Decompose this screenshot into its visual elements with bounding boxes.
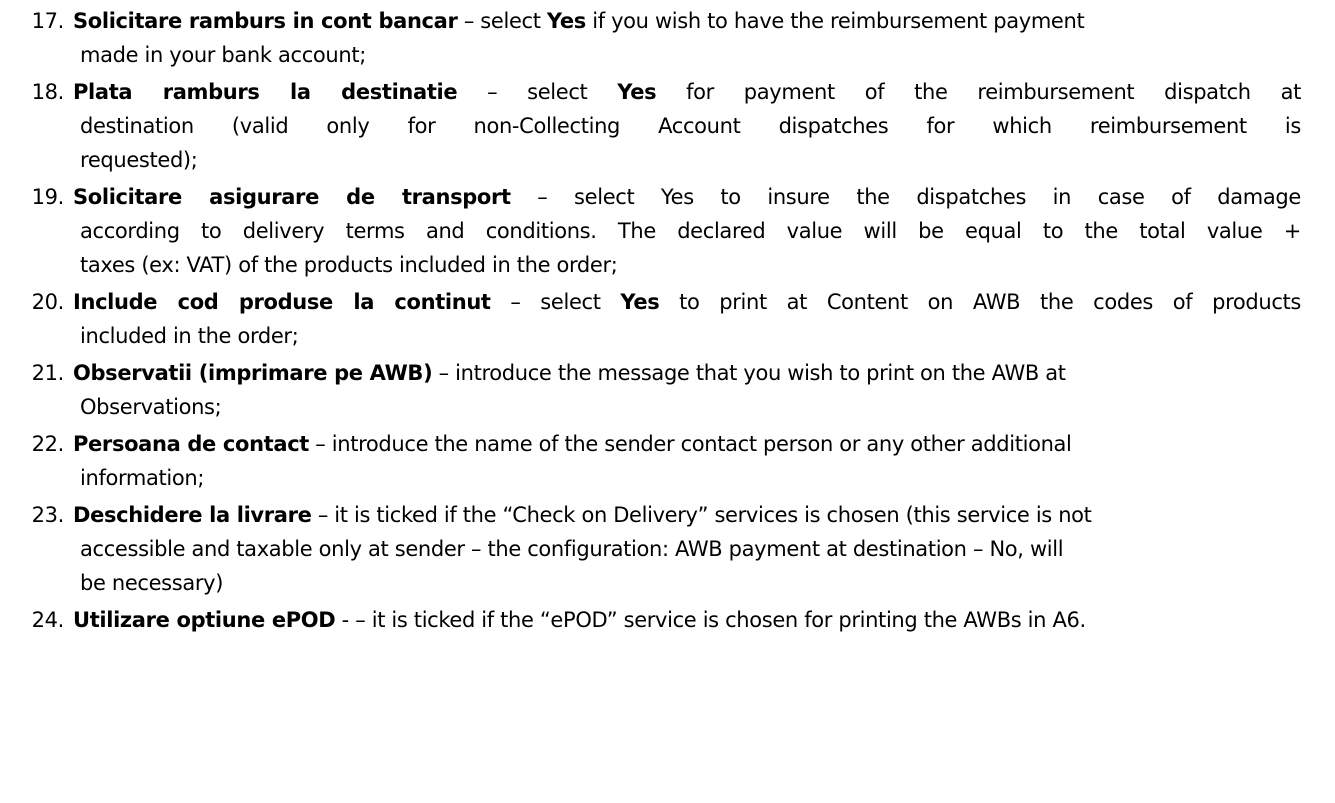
list-item-line: be necessary) (80, 571, 224, 595)
item-title: Deschidere la livrare (73, 503, 312, 527)
item-text: – it is ticked if the “Check on Delivery… (311, 503, 1092, 527)
list-item-line: made in your bank account; (80, 43, 366, 67)
list-item-line: Solicitare ramburs in cont bancar – sele… (73, 4, 1085, 38)
item-emphasis: Yes (546, 9, 586, 33)
item-emphasis: Yes (617, 80, 657, 104)
list-item-line: Include cod produse la continut – select… (73, 285, 1301, 319)
list-item-line: destination (valid only for non-Collecti… (80, 114, 1301, 138)
item-title: Plata ramburs la destinatie (73, 80, 458, 104)
list-item-line: Observatii (imprimare pe AWB) – introduc… (73, 356, 1066, 390)
item-title: Solicitare ramburs in cont bancar (73, 9, 458, 33)
list-item-line: Deschidere la livrare – it is ticked if … (73, 498, 1092, 532)
item-title: Observatii (imprimare pe AWB) (73, 361, 433, 385)
item-text: for payment of the reimbursement dispatc… (656, 80, 1301, 104)
list-item-line: according to delivery terms and conditio… (80, 219, 1301, 243)
list-number: 18. (31, 80, 65, 104)
item-text: to print at Content on AWB the codes of … (659, 290, 1301, 314)
list-number: 21. (31, 361, 65, 385)
list-number: 19. (31, 185, 65, 209)
list-item-line: Utilizare optiune ePOD - – it is ticked … (73, 603, 1086, 637)
item-text: – introduce the message that you wish to… (432, 361, 1066, 385)
list-number: 24. (31, 608, 65, 632)
list-item-line: taxes (ex: VAT) of the products included… (80, 253, 618, 277)
item-title: Persoana de contact (73, 432, 309, 456)
list-number: 20. (31, 290, 65, 314)
item-title: Utilizare optiune ePOD (73, 608, 336, 632)
list-item-line: information; (80, 466, 205, 490)
item-text: - – it is ticked if the “ePOD” service i… (335, 608, 1086, 632)
item-title: Include cod produse la continut (73, 290, 491, 314)
item-text: – select (490, 290, 621, 314)
list-number: 22. (31, 432, 65, 456)
item-text: – introduce the name of the sender conta… (308, 432, 1072, 456)
list-item-line: accessible and taxable only at sender – … (80, 537, 1064, 561)
list-item-line: requested); (80, 148, 198, 172)
item-emphasis: Yes (620, 290, 660, 314)
document-page: 17. Solicitare ramburs in cont bancar – … (0, 0, 1335, 803)
list-number: 23. (31, 503, 65, 527)
list-item-line: included in the order; (80, 324, 299, 348)
list-item-line: Persoana de contact – introduce the name… (73, 427, 1072, 461)
item-text: if you wish to have the reimbursement pa… (585, 9, 1085, 33)
item-text: – select (457, 80, 618, 104)
item-text: – select Yes to insure the dispatches in… (510, 185, 1301, 209)
item-title: Solicitare asigurare de transport (73, 185, 511, 209)
list-item-line: Solicitare asigurare de transport – sele… (73, 180, 1301, 214)
list-item-line: Observations; (80, 395, 222, 419)
item-text: – select (457, 9, 547, 33)
list-item-line: Plata ramburs la destinatie – select Yes… (73, 75, 1301, 109)
list-number: 17. (31, 9, 65, 33)
